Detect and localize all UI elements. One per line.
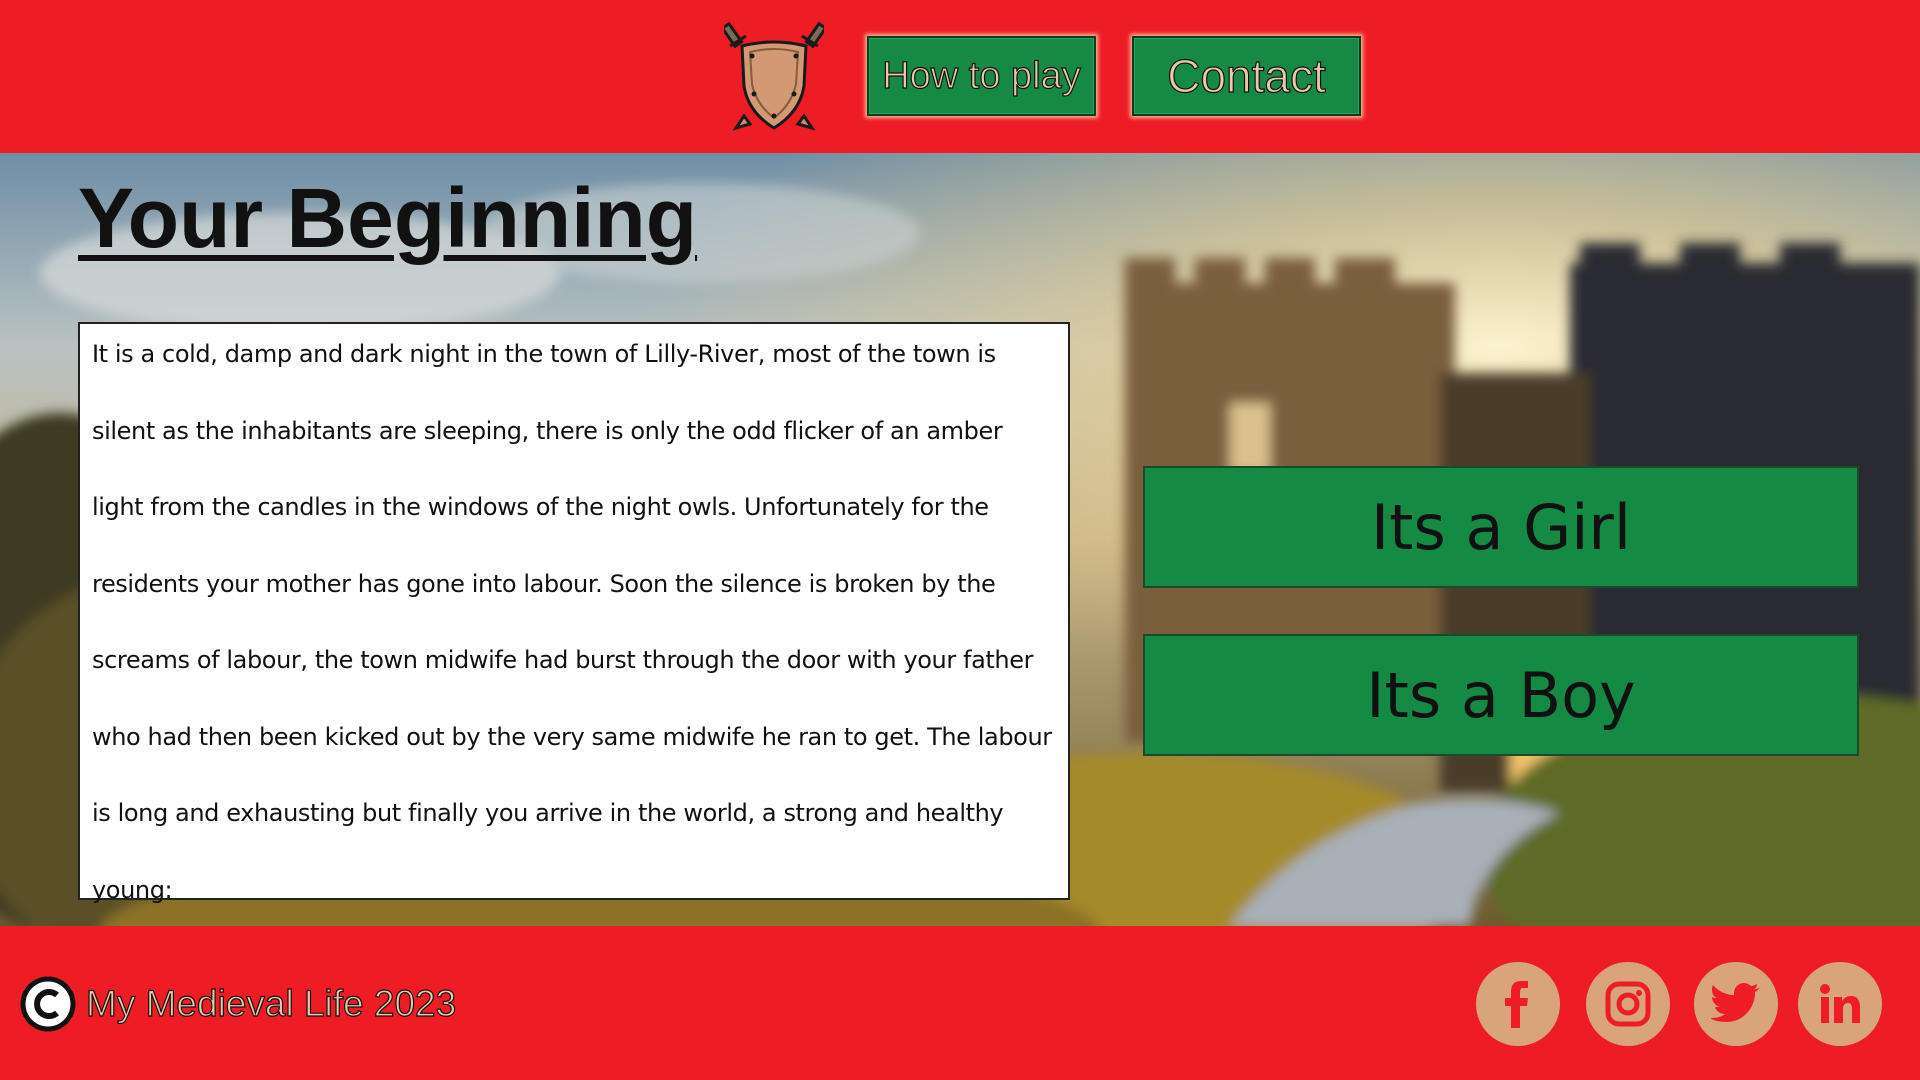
- contact-button[interactable]: Contact: [1132, 36, 1361, 116]
- page-title: Your Beginning: [78, 171, 698, 265]
- its-a-boy-button[interactable]: Its a Boy: [1143, 634, 1859, 756]
- copyright-text: My Medieval Life 2023: [85, 982, 457, 1024]
- its-a-girl-button[interactable]: Its a Girl: [1143, 466, 1859, 588]
- header: How to play Contact: [0, 0, 1920, 153]
- linkedin-icon[interactable]: [1798, 962, 1882, 1046]
- twitter-icon[interactable]: [1694, 962, 1778, 1046]
- hero-section: Your Beginning It is a cold, damp and da…: [0, 153, 1920, 926]
- footer: My Medieval Life 2023: [0, 926, 1920, 1080]
- page: How to play Contact Your Beginning It is…: [0, 0, 1920, 1080]
- facebook-icon[interactable]: [1476, 962, 1560, 1046]
- instagram-icon[interactable]: [1586, 962, 1670, 1046]
- copyright: My Medieval Life 2023: [20, 976, 457, 1032]
- copyright-icon: [20, 976, 76, 1032]
- story-text-box: It is a cold, damp and dark night in the…: [78, 322, 1070, 904]
- how-to-play-button[interactable]: How to play: [867, 36, 1096, 116]
- shield-crossed-swords-icon[interactable]: [720, 16, 828, 136]
- story-text: It is a cold, damp and dark night in the…: [92, 340, 1052, 904]
